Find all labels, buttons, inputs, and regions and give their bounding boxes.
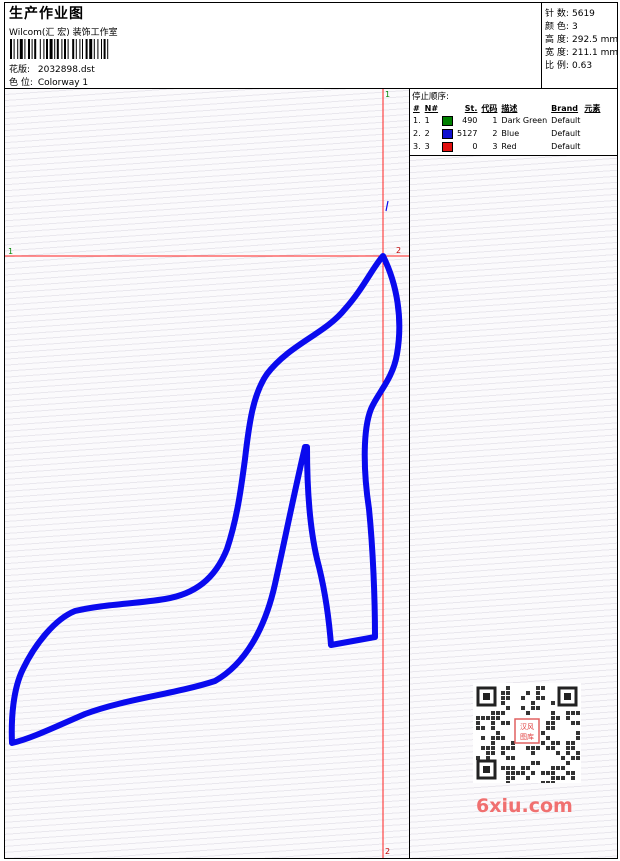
- row-stitches: 490: [462, 116, 478, 125]
- qr-code-image: 汉风 图库: [473, 683, 581, 783]
- col-header: St.: [464, 103, 478, 113]
- color-swatch: [442, 141, 454, 152]
- stat-label: 针 数:: [545, 9, 569, 19]
- col-header: 描述: [501, 103, 518, 113]
- barcode-image: [10, 39, 109, 59]
- row-brand: Default: [551, 129, 581, 138]
- watermark-logo: 6xiu.com: [476, 795, 573, 817]
- design-preview: [5, 89, 409, 858]
- col-header: 代码: [481, 103, 498, 113]
- table-row: 3. 3 0 3 Red Default: [411, 140, 602, 153]
- table-header-row: # N# St. 代码 描述 Brand 元素: [411, 102, 602, 114]
- stat-label: 高 度:: [545, 35, 569, 45]
- stat-label: 比 例:: [545, 61, 569, 71]
- row-index: 3.: [413, 142, 421, 151]
- col-header: 元素: [584, 103, 601, 113]
- col-header: [440, 102, 455, 114]
- row-code: 2: [492, 129, 498, 138]
- left-marker: 1: [8, 247, 14, 256]
- design-label: 花版:: [9, 65, 31, 75]
- row-desc: Dark Green: [501, 116, 548, 125]
- top-marker: 1: [385, 90, 391, 99]
- row-code: 3: [492, 142, 498, 151]
- stat-colors: 颜 色: 3: [545, 19, 578, 32]
- design-value: 2032898.dst: [37, 65, 95, 75]
- production-sheet: 生产作业图 Wilcom(汇 宏) 装饰工作室 花版: 2032898.dst …: [4, 2, 618, 859]
- stat-width: 宽 度: 211.1 mm: [545, 45, 618, 58]
- color-swatch: [442, 128, 454, 139]
- colorway-row: 色 位: Colorway 1: [9, 75, 88, 88]
- stat-value: 292.5 mm: [572, 35, 619, 45]
- colorway-value: Colorway 1: [37, 78, 89, 88]
- row-index: 2.: [413, 129, 421, 138]
- row-index: 1.: [413, 116, 421, 125]
- row-element: [582, 114, 602, 127]
- stop-sequence-title: 停止顺序:: [412, 92, 449, 102]
- stat-value: 0.63: [572, 61, 593, 71]
- color-sequence-panel: 停止顺序: # N# St. 代码 描述 Brand 元素 1. 1 490 1…: [409, 89, 617, 858]
- row-element: [582, 140, 602, 153]
- stat-stitches: 针 数: 5619: [545, 6, 595, 19]
- header-panel: 生产作业图 Wilcom(汇 宏) 装饰工作室 花版: 2032898.dst …: [7, 3, 540, 88]
- row-desc: Red: [501, 142, 517, 151]
- design-canvas: 1 1 2 2: [5, 89, 409, 858]
- row-swatch: [440, 140, 455, 153]
- qr-badge-text-2: 图库: [520, 732, 534, 741]
- row-brand: Default: [551, 116, 581, 125]
- stat-height: 高 度: 292.5 mm: [545, 32, 618, 45]
- row-swatch: [440, 127, 455, 140]
- table-row: 1. 1 490 1 Dark Green Default: [411, 114, 602, 127]
- stat-value: 3: [572, 22, 578, 32]
- col-header: N#: [424, 103, 439, 113]
- color-swatch: [442, 115, 454, 126]
- stitch-mark: [385, 200, 389, 212]
- shoe-outline: [8, 253, 403, 746]
- stat-label: 颜 色:: [545, 22, 569, 32]
- row-n: 2: [424, 129, 430, 138]
- row-brand: Default: [551, 142, 581, 151]
- bottom-marker: 2: [385, 847, 391, 856]
- color-table: # N# St. 代码 描述 Brand 元素 1. 1 490 1 Dark …: [411, 102, 602, 153]
- studio-subtitle: Wilcom(汇 宏) 装饰工作室: [9, 28, 118, 38]
- stat-value: 5619: [572, 9, 595, 19]
- row-desc: Blue: [501, 129, 520, 138]
- col-header: #: [413, 103, 420, 113]
- row-stitches: 5127: [457, 129, 478, 138]
- stat-scale: 比 例: 0.63: [545, 58, 592, 71]
- row-code: 1: [492, 116, 498, 125]
- colorway-label: 色 位:: [9, 78, 33, 88]
- color-table-box: 停止顺序: # N# St. 代码 描述 Brand 元素 1. 1 490 1…: [410, 89, 617, 156]
- stats-panel: 针 数: 5619 颜 色: 3 高 度: 292.5 mm 宽 度: 211.1 mm…: [541, 3, 618, 88]
- page-title: 生产作业图: [9, 6, 84, 22]
- row-element: [582, 127, 602, 140]
- qr-badge-text: 汉风: [520, 723, 534, 731]
- stat-label: 宽 度:: [545, 48, 569, 58]
- row-stitches: 0: [472, 142, 478, 151]
- table-row: 2. 2 5127 2 Blue Default: [411, 127, 602, 140]
- col-header: Brand: [551, 103, 579, 113]
- design-name-row: 花版: 2032898.dst: [9, 62, 95, 75]
- right-marker: 2: [396, 246, 402, 255]
- row-swatch: [440, 114, 455, 127]
- stat-value: 211.1 mm: [572, 48, 619, 58]
- row-n: 1: [424, 116, 430, 125]
- row-n: 3: [424, 142, 430, 151]
